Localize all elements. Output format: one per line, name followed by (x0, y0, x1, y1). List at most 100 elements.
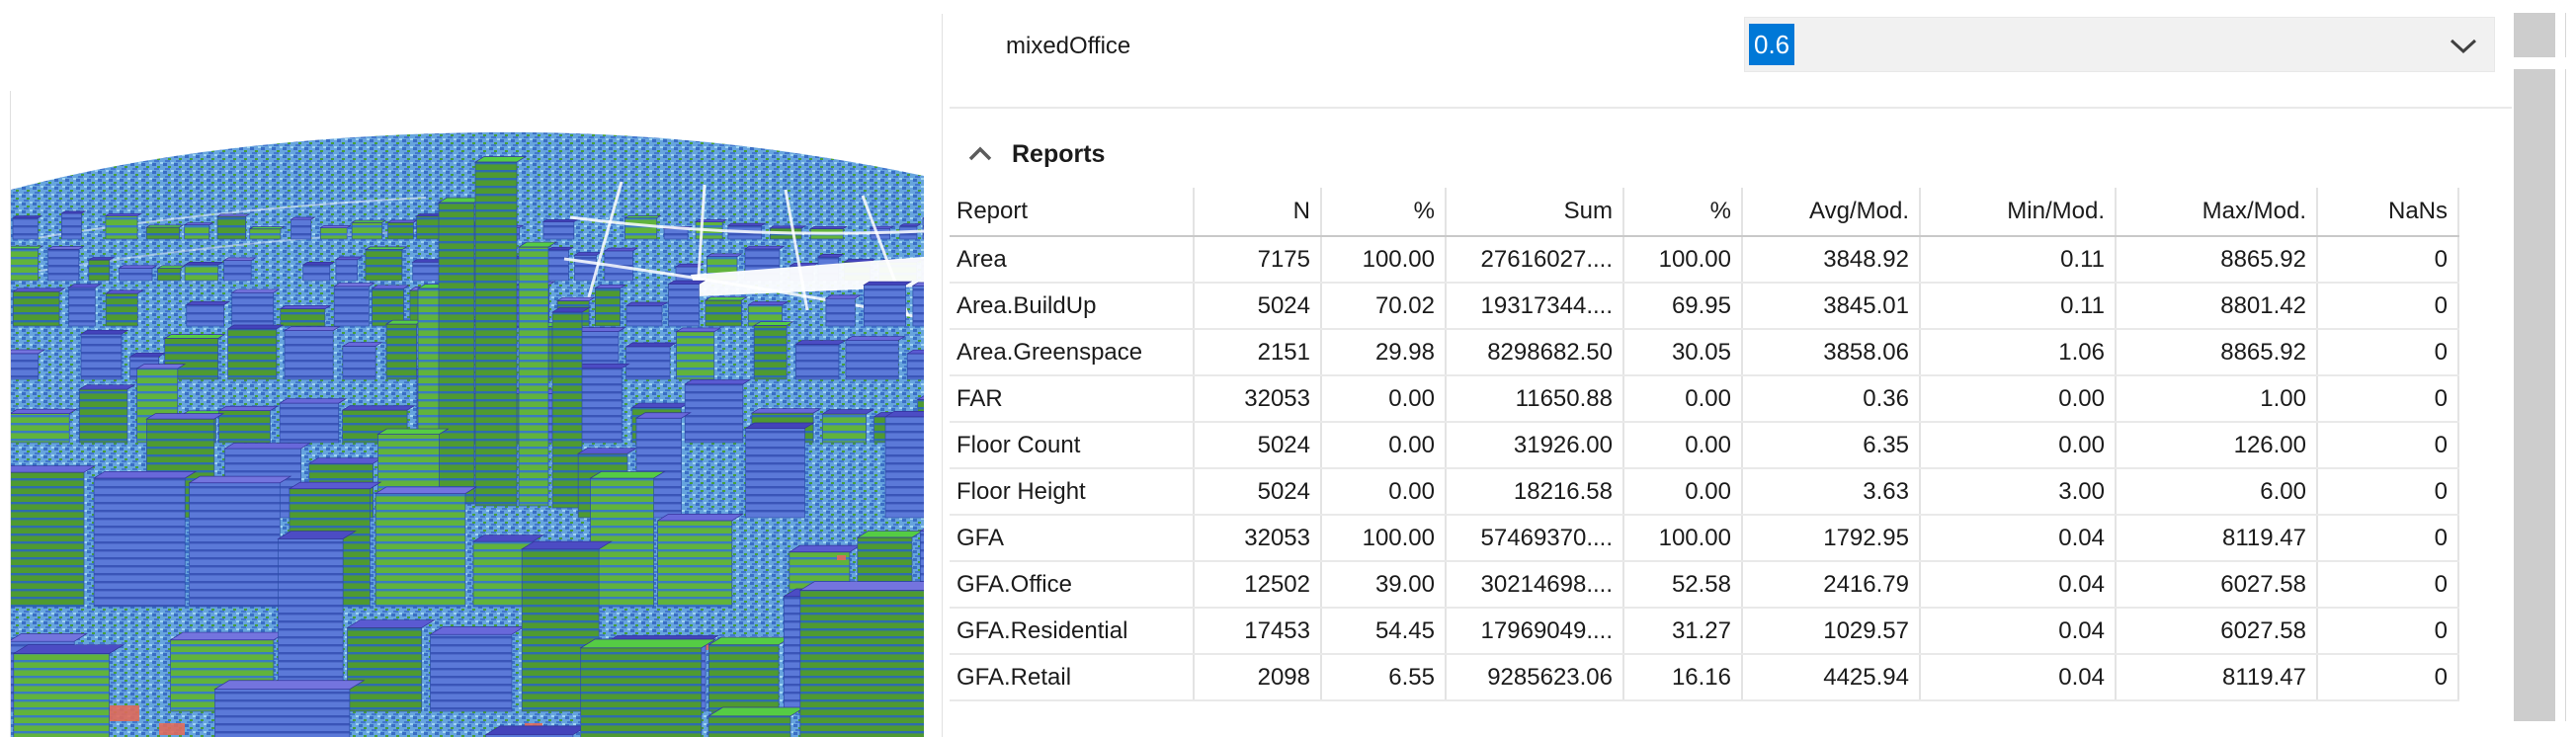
table-row[interactable]: Area 7175 100.00 27616027.... 100.00 3848.92 0… (950, 236, 2512, 284)
filler-cell (2457, 283, 2512, 329)
table-row[interactable]: Area.Greenspace 2151 29.98 8298682.50 30.05 3… (950, 329, 2512, 376)
table-row[interactable]: GFA 32053 100.00 57469370.... 100.00 1792.95 0… (950, 515, 2512, 562)
chevron-down-icon[interactable] (2449, 38, 2478, 54)
value-cell: 6.00 (2115, 468, 2317, 516)
value-cell: 3845.01 (1741, 283, 1920, 330)
value-cell: 27616027.... (1445, 236, 1623, 284)
value-cell: 1.00 (2115, 375, 2317, 423)
filler-cell (2457, 515, 2512, 561)
report-name-cell: GFA (950, 515, 1194, 562)
report-name-cell: GFA.Residential (950, 608, 1194, 655)
report-name-cell: Floor Height (950, 468, 1194, 516)
value-cell: 100.00 (1320, 236, 1446, 284)
value-cell: 17453 (1193, 608, 1321, 655)
combobox-selected-text: 0.6 (1749, 24, 1795, 65)
value-cell: 0 (2316, 654, 2458, 701)
viewport-3d[interactable] (10, 91, 924, 737)
scrollbar-thumb-top[interactable] (2514, 13, 2555, 57)
value-cell: 0.00 (1320, 422, 1446, 469)
table-row[interactable]: GFA.Retail 2098 6.55 9285623.06 16.16 4425.94… (950, 654, 2512, 701)
value-cell: 8119.47 (2115, 515, 2317, 562)
value-cell: 0.04 (1919, 654, 2116, 701)
column-header-minmod[interactable]: Min/Mod. (1919, 188, 2116, 237)
value-cell: 8865.92 (2115, 329, 2317, 376)
filler-cell (2457, 329, 2512, 375)
parameter-value-combobox[interactable]: 0.6 (1744, 17, 2495, 72)
value-cell: 126.00 (2115, 422, 2317, 469)
value-cell: 6027.58 (2115, 608, 2317, 655)
value-cell: 57469370.... (1445, 515, 1623, 562)
scrollbar-edge-main (2565, 69, 2566, 721)
report-name-cell: GFA.Office (950, 561, 1194, 609)
reports-section-header[interactable]: Reports (967, 139, 1105, 169)
filler-cell (2457, 608, 2512, 654)
value-cell: 0.11 (1919, 236, 2116, 284)
value-cell: 0.04 (1919, 561, 2116, 609)
column-header-filler (2457, 188, 2512, 236)
value-cell: 0 (2316, 608, 2458, 655)
column-header-sum[interactable]: Sum (1445, 188, 1623, 237)
value-cell: 7175 (1193, 236, 1321, 284)
scrollbar-thumb-main[interactable] (2514, 69, 2555, 721)
report-name-cell: FAR (950, 375, 1194, 423)
value-cell: 5024 (1193, 468, 1321, 516)
value-cell: 0.00 (1622, 375, 1742, 423)
value-cell: 31926.00 (1445, 422, 1623, 469)
filler-cell (2457, 422, 2512, 468)
value-cell: 6.55 (1320, 654, 1446, 701)
value-cell: 0 (2316, 236, 2458, 284)
column-header-pct[interactable]: % (1320, 188, 1446, 237)
value-cell: 5024 (1193, 422, 1321, 469)
value-cell: 32053 (1193, 515, 1321, 562)
value-cell: 1792.95 (1741, 515, 1920, 562)
value-cell: 4425.94 (1741, 654, 1920, 701)
value-cell: 3.00 (1919, 468, 2116, 516)
value-cell: 3.63 (1741, 468, 1920, 516)
value-cell: 8865.92 (2115, 236, 2317, 284)
parameter-name-label: mixedOffice (1006, 33, 1131, 59)
value-cell: 100.00 (1622, 236, 1742, 284)
column-header-report[interactable]: Report (950, 188, 1194, 237)
value-cell: 2151 (1193, 329, 1321, 376)
value-cell: 0.04 (1919, 608, 2116, 655)
chevron-up-icon[interactable] (967, 146, 993, 162)
value-cell: 3858.06 (1741, 329, 1920, 376)
value-cell: 54.45 (1320, 608, 1446, 655)
column-header-pct[interactable]: % (1622, 188, 1742, 237)
value-cell: 0.36 (1741, 375, 1920, 423)
table-row[interactable]: FAR 32053 0.00 11650.88 0.00 0.36 0.00 1.00 0 (950, 375, 2512, 423)
value-cell: 3848.92 (1741, 236, 1920, 284)
column-header-maxmod[interactable]: Max/Mod. (2115, 188, 2317, 237)
report-name-cell: Floor Count (950, 422, 1194, 469)
value-cell: 8119.47 (2115, 654, 2317, 701)
city-render (11, 131, 924, 737)
value-cell: 0 (2316, 468, 2458, 516)
value-cell: 0 (2316, 375, 2458, 423)
value-cell: 30214698.... (1445, 561, 1623, 609)
reports-table: Report N% Sum% Avg/Mod. Min/Mod. Max/Mod. NaNs… (950, 188, 2512, 701)
value-cell: 30.05 (1622, 329, 1742, 376)
column-header-nans[interactable]: NaNs (2316, 188, 2458, 237)
column-header-avgmod[interactable]: Avg/Mod. (1741, 188, 1920, 237)
table-row[interactable]: GFA.Office 12502 39.00 30214698.... 52.58 241… (950, 561, 2512, 609)
value-cell: 32053 (1193, 375, 1321, 423)
panel-divider (942, 14, 943, 737)
column-header-n[interactable]: N (1193, 188, 1321, 237)
value-cell: 0.00 (1622, 422, 1742, 469)
table-row[interactable]: Floor Count 5024 0.00 31926.00 0.00 6.35 0.00 1… (950, 422, 2512, 469)
table-row[interactable]: GFA.Residential 17453 54.45 17969049.... 31.… (950, 608, 2512, 655)
value-cell: 19317344.... (1445, 283, 1623, 330)
table-row[interactable]: Area.BuildUp 5024 70.02 19317344.... 69.95 38… (950, 283, 2512, 330)
filler-cell (2457, 375, 2512, 422)
report-name-cell: Area.Greenspace (950, 329, 1194, 376)
reports-title: Reports (1012, 140, 1106, 168)
value-cell: 69.95 (1622, 283, 1742, 330)
table-header-row: Report N% Sum% Avg/Mod. Min/Mod. Max/Mod. NaNs (950, 188, 2512, 237)
table-row[interactable]: Floor Height 5024 0.00 18216.58 0.00 3.63 3.00… (950, 468, 2512, 516)
value-cell: 2098 (1193, 654, 1321, 701)
value-cell: 0.00 (1919, 375, 2116, 423)
value-cell: 52.58 (1622, 561, 1742, 609)
value-cell: 8298682.50 (1445, 329, 1623, 376)
value-cell: 0.11 (1919, 283, 2116, 330)
report-name-cell: Area (950, 236, 1194, 284)
